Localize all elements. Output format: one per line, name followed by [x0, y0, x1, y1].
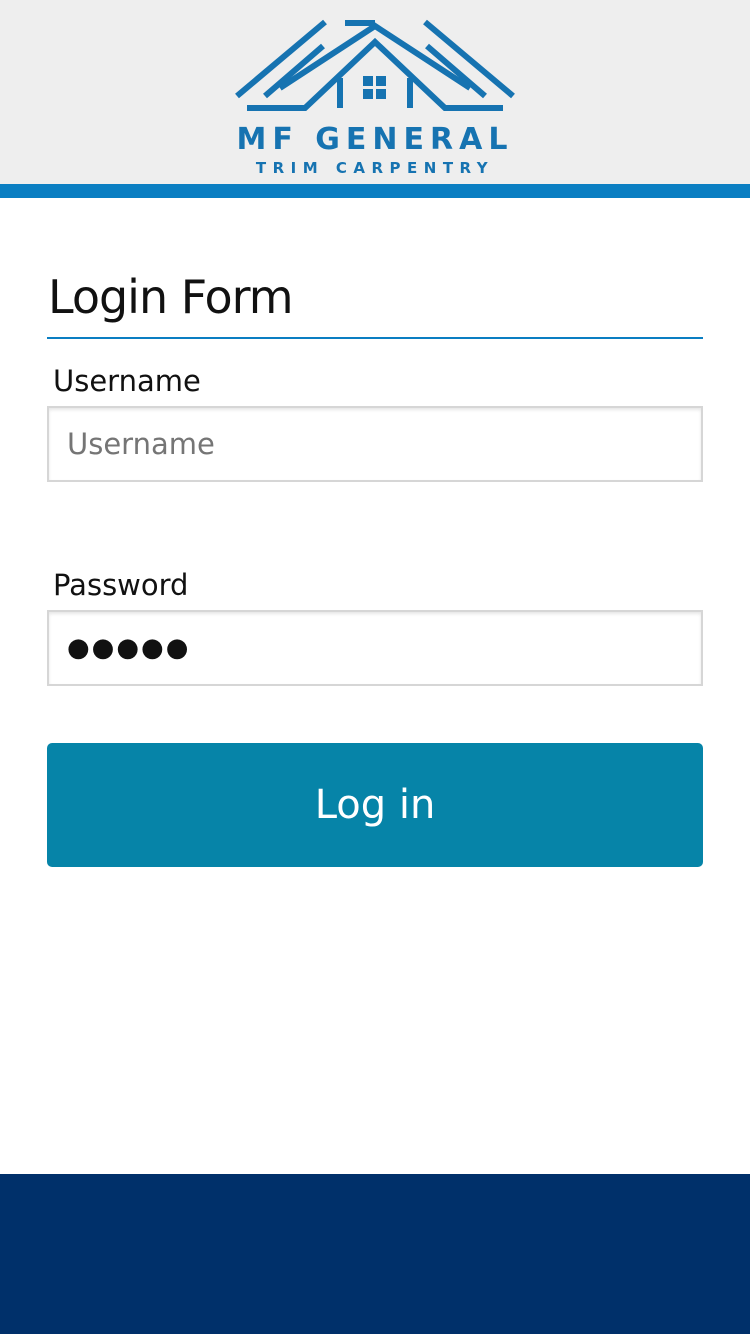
- footer: [0, 1174, 750, 1334]
- username-input[interactable]: [47, 406, 703, 482]
- password-label: Password: [53, 568, 189, 602]
- company-logo: MF GENERAL TRIM CARPENTRY: [225, 18, 525, 180]
- house-logo-icon: [235, 19, 515, 111]
- password-input[interactable]: ●●●●●: [47, 610, 703, 686]
- username-label: Username: [53, 364, 201, 398]
- logo-tagline: TRIM CARPENTRY: [255, 159, 495, 177]
- logo-title: MF GENERAL: [236, 122, 514, 157]
- form-title: Login Form: [48, 270, 294, 324]
- header-divider: [0, 184, 750, 198]
- header: MF GENERAL TRIM CARPENTRY: [0, 0, 750, 184]
- login-button[interactable]: Log in: [47, 743, 703, 867]
- title-underline: [47, 337, 703, 339]
